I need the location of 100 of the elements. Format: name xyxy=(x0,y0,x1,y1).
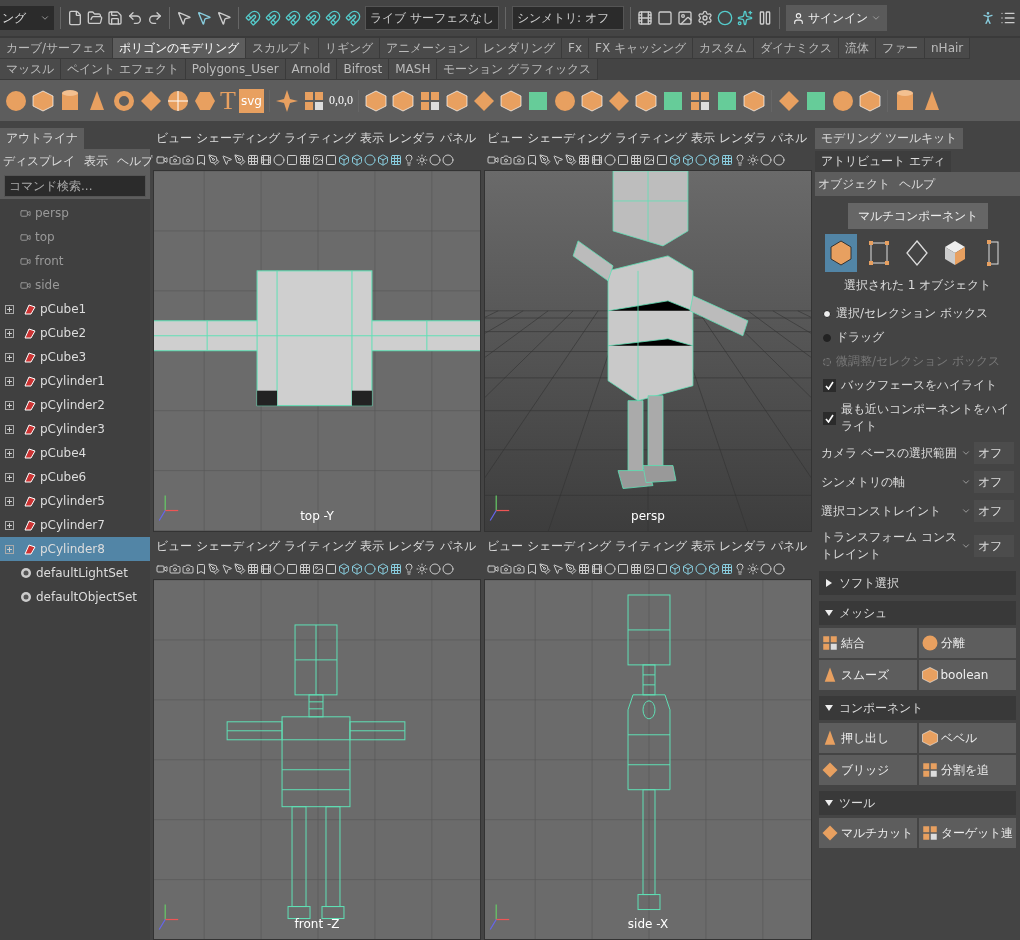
pointer-icon[interactable] xyxy=(176,10,192,26)
circle-icon[interactable] xyxy=(760,154,772,166)
camera-icon[interactable] xyxy=(500,562,512,575)
outliner-item[interactable]: defaultLightSet xyxy=(0,561,150,585)
image-icon[interactable] xyxy=(312,562,324,575)
grid-icon[interactable] xyxy=(247,562,259,575)
shelf-tab[interactable]: FX キャッシング xyxy=(589,38,693,59)
pen-icon[interactable] xyxy=(539,154,551,166)
shelf-tab[interactable]: マッスル xyxy=(0,59,61,80)
grid-icon[interactable] xyxy=(630,154,642,166)
grid-icon[interactable] xyxy=(299,154,311,166)
image-icon[interactable] xyxy=(312,154,324,166)
lightbulb-icon[interactable] xyxy=(734,562,746,575)
outliner-item[interactable]: pCube3 xyxy=(0,345,150,369)
lightbulb-icon[interactable] xyxy=(403,154,415,166)
radio-button[interactable] xyxy=(823,333,831,342)
section-header[interactable]: ソフト選択 xyxy=(819,571,1016,595)
square-icon[interactable] xyxy=(617,154,629,166)
panel-tab[interactable]: モデリング ツールキット xyxy=(815,128,963,149)
tool-button[interactable]: マルチカット xyxy=(819,818,917,848)
folder-icon[interactable] xyxy=(87,10,103,26)
option-dropdown[interactable]: オフ xyxy=(974,535,1014,557)
camera-icon[interactable] xyxy=(182,562,194,575)
outliner-item[interactable]: pCylinder2 xyxy=(0,393,150,417)
pointer-icon[interactable] xyxy=(216,10,232,26)
expand-icon[interactable] xyxy=(5,448,14,458)
circle-icon[interactable] xyxy=(273,154,285,166)
shelf-tab[interactable]: Polygons_User xyxy=(185,59,286,80)
circle-icon[interactable] xyxy=(429,562,441,575)
sphere-icon[interactable] xyxy=(830,88,855,113)
grid-icon[interactable] xyxy=(578,562,590,575)
menu-item[interactable]: ビュー xyxy=(156,129,192,147)
search-field[interactable]: コマンド検索... xyxy=(4,175,146,197)
shelf-tab[interactable]: 流体 xyxy=(839,38,876,59)
outliner-item[interactable]: persp xyxy=(0,201,150,225)
checkbox[interactable] xyxy=(823,411,836,425)
shelf-tab[interactable]: スカルプト xyxy=(246,38,320,59)
outliner-item[interactable]: pCylinder3 xyxy=(0,417,150,441)
pen-icon[interactable] xyxy=(208,154,220,166)
film-icon[interactable] xyxy=(591,154,603,166)
menu-item[interactable]: ビュー xyxy=(487,129,523,147)
tool-button[interactable]: ブリッジ xyxy=(819,755,917,785)
radio-button[interactable] xyxy=(823,309,831,318)
square-icon[interactable] xyxy=(325,154,337,166)
menu-item[interactable]: ビュー xyxy=(487,538,523,555)
caret-icon[interactable] xyxy=(961,448,971,458)
sphere-icon[interactable] xyxy=(4,88,28,113)
video-camera-icon[interactable] xyxy=(156,562,168,575)
square-icon[interactable] xyxy=(656,562,668,575)
pen-icon[interactable] xyxy=(539,562,551,575)
image-icon[interactable] xyxy=(643,562,655,575)
expand-icon[interactable] xyxy=(5,520,14,530)
film-icon[interactable] xyxy=(591,562,603,575)
option-dropdown[interactable]: オフ xyxy=(974,500,1014,522)
shelf-tab[interactable]: リギング xyxy=(319,38,381,59)
grid-icon[interactable] xyxy=(390,562,402,575)
tool-button[interactable]: 押し出し xyxy=(819,723,917,753)
outliner-item[interactable]: pCylinder1 xyxy=(0,369,150,393)
live-surface-field[interactable]: ライブ サーフェスなし xyxy=(365,6,499,30)
menu-item[interactable]: ライティング xyxy=(615,538,687,555)
image-icon[interactable] xyxy=(677,10,693,26)
tool-button[interactable]: 結合 xyxy=(819,628,917,658)
expand-icon[interactable] xyxy=(5,472,14,482)
square-icon[interactable] xyxy=(286,562,298,575)
tool-button[interactable]: boolean xyxy=(918,660,1016,690)
gear-icon[interactable] xyxy=(697,10,713,26)
video-camera-icon[interactable] xyxy=(487,562,499,575)
pen-icon[interactable] xyxy=(234,154,246,166)
pause-icon[interactable] xyxy=(757,10,773,26)
grid-icon[interactable] xyxy=(821,634,839,652)
menu-item[interactable]: レンダラ xyxy=(719,129,767,147)
shelf-tab[interactable]: MASH xyxy=(389,59,438,80)
circle-icon[interactable] xyxy=(604,154,616,166)
film-icon[interactable] xyxy=(637,10,653,26)
section-header[interactable]: コンポーネント xyxy=(819,696,1016,720)
lightbulb-icon[interactable] xyxy=(403,562,415,575)
menu-item[interactable]: レンダラ xyxy=(388,129,436,147)
redo-icon[interactable] xyxy=(147,10,163,26)
menu-item[interactable]: シェーディング xyxy=(196,538,280,555)
circle-icon[interactable] xyxy=(773,562,785,575)
shelf-tab[interactable]: ファー xyxy=(876,38,925,59)
magnet-icon[interactable] xyxy=(245,10,261,26)
circle-icon[interactable] xyxy=(442,154,454,166)
grid-icon[interactable] xyxy=(920,824,939,842)
menu-item[interactable]: 表示 xyxy=(84,152,108,170)
tool-button[interactable]: スムーズ xyxy=(819,660,917,690)
circle-icon[interactable] xyxy=(429,154,441,166)
camera-icon[interactable] xyxy=(169,562,181,575)
menu-item[interactable]: オブジェクト xyxy=(818,175,890,193)
outliner-item[interactable]: pCube6 xyxy=(0,465,150,489)
bookmark-icon[interactable] xyxy=(195,562,207,575)
caret-icon[interactable] xyxy=(961,477,971,487)
film-icon[interactable] xyxy=(260,562,272,575)
grid-icon[interactable] xyxy=(721,154,733,166)
shelf-tab[interactable]: カーブ/サーフェス xyxy=(0,38,114,59)
sign-in-button[interactable]: サインイン xyxy=(786,5,887,31)
circle-icon[interactable] xyxy=(364,154,376,166)
circle-icon[interactable] xyxy=(364,562,376,575)
grid-icon[interactable] xyxy=(920,761,939,779)
outliner-item[interactable]: pCube2 xyxy=(0,321,150,345)
